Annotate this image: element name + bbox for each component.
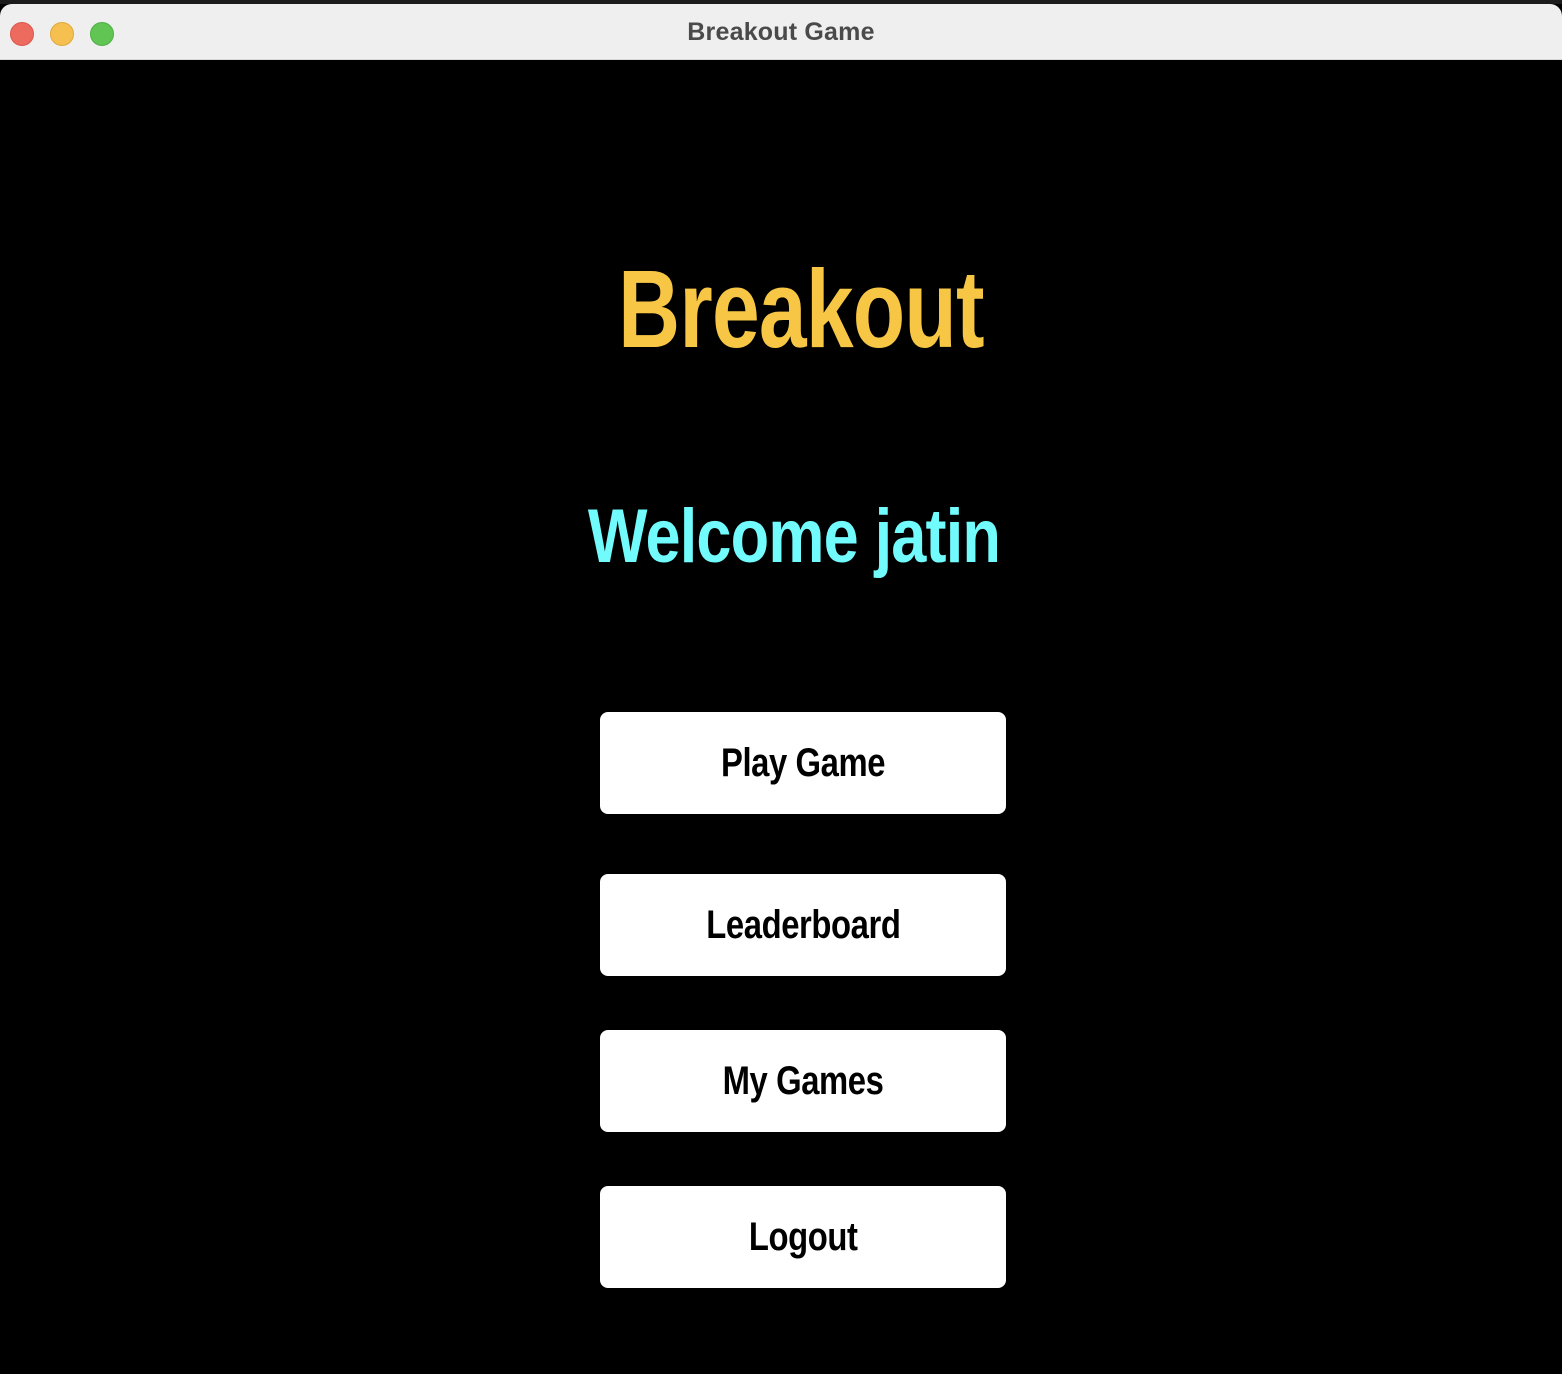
window-title: Breakout Game (687, 18, 875, 46)
logout-label: Logout (748, 1214, 858, 1259)
play-game-button[interactable]: Play Game (600, 712, 1006, 814)
play-game-label: Play Game (720, 740, 886, 785)
leaderboard-label: Leaderboard (705, 902, 901, 947)
welcome-message: Welcome jatin (587, 494, 1001, 579)
app-window: Breakout Game Breakout Welcome jatin Pla… (0, 0, 1562, 1374)
leaderboard-button[interactable]: Leaderboard (600, 874, 1006, 976)
my-games-button[interactable]: My Games (600, 1030, 1006, 1132)
game-title: Breakout (618, 248, 984, 371)
title-bar: Breakout Game (0, 4, 1562, 60)
logout-button[interactable]: Logout (600, 1186, 1006, 1288)
main-content: Breakout Welcome jatin Play Game Leaderb… (0, 60, 1562, 1374)
my-games-label: My Games (722, 1058, 884, 1103)
